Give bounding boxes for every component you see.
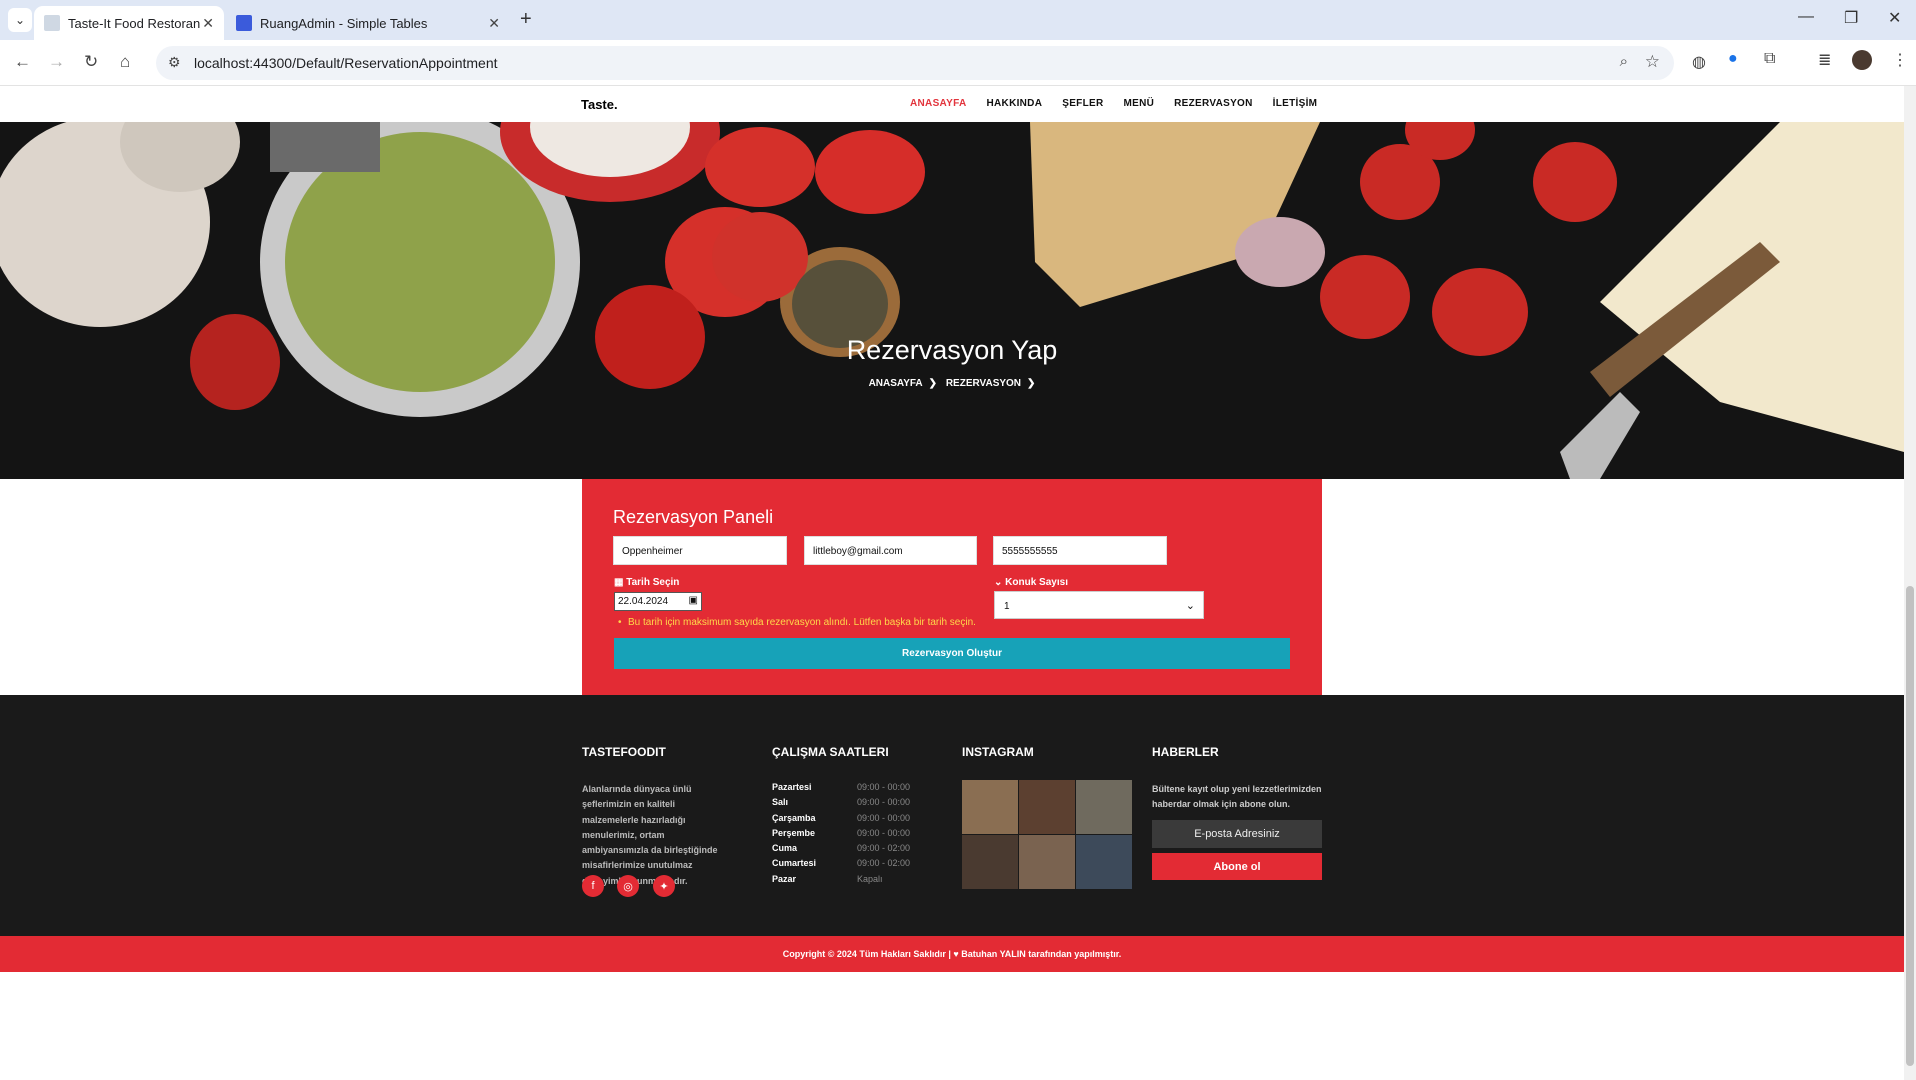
guests-label: ⌄ Konuk Sayısı xyxy=(994,577,1068,588)
ruangadmin-favicon-icon xyxy=(236,15,252,31)
hero-title: Rezervasyon Yap xyxy=(846,335,1058,365)
instagram-gallery xyxy=(962,780,1132,889)
hours-row: Perşembe 09:00 - 00:00 xyxy=(772,827,911,838)
browser-tab-active[interactable]: Taste-It Food Restoran ✕ xyxy=(34,6,224,40)
chevron-right-icon: ❯ xyxy=(1027,378,1036,389)
breadcrumb-current: REZERVASYON xyxy=(945,378,1022,389)
guests-value: 1 xyxy=(1004,601,1010,612)
footer-instagram-title: INSTAGRAM xyxy=(962,745,1034,759)
menu-item-about[interactable]: HAKKINDA xyxy=(987,98,1043,109)
menu-item-contact[interactable]: İLETİŞİM xyxy=(1273,98,1318,109)
extension-shazam-icon[interactable]: ● xyxy=(1728,50,1738,68)
instagram-photo[interactable] xyxy=(1076,780,1132,834)
chevron-right-icon: ❯ xyxy=(928,378,938,389)
instagram-photo[interactable] xyxy=(962,835,1018,889)
main-menu: ANASAYFA HAKKINDA ŞEFLER MENÜ REZERVASYO… xyxy=(910,98,1317,109)
browser-tab[interactable]: RuangAdmin - Simple Tables ✕ xyxy=(226,6,510,40)
browser-tab-strip: ⌄ Taste-It Food Restoran ✕ RuangAdmin - … xyxy=(0,0,1916,40)
subscribe-button[interactable]: Abone ol xyxy=(1152,853,1322,880)
hours-row: Salı 09:00 - 00:00 xyxy=(772,797,911,808)
date-value: 22.04.2024 xyxy=(618,596,669,607)
email-input[interactable]: littleboy@gmail.com xyxy=(804,536,977,565)
site-brand[interactable]: Taste. xyxy=(581,97,618,112)
footer-hours-title: ÇALIŞMA SAATLERI xyxy=(772,745,889,759)
calendar-picker-icon[interactable]: ▣ xyxy=(689,595,698,606)
menu-item-menu[interactable]: MENÜ xyxy=(1123,98,1154,109)
breadcrumb-home[interactable]: ANASAYFA xyxy=(869,378,923,389)
minimize-icon[interactable]: — xyxy=(1798,8,1814,26)
footer-about-text: Alanlarında dünyaca ünlü şeflerimizin en… xyxy=(582,784,718,886)
instagram-photo[interactable] xyxy=(962,780,1018,834)
select-chevron-icon: ⌄ xyxy=(1185,600,1195,612)
hours-row: Pazartesi 09:00 - 00:00 xyxy=(772,782,911,792)
instagram-photo[interactable] xyxy=(1076,835,1132,889)
browser-toolbar: ← → ↻ ⌂ ⚙ localhost:44300/Default/Reserv… xyxy=(0,40,1916,86)
hero-food-image xyxy=(0,122,1904,479)
instagram-photo[interactable] xyxy=(1019,835,1075,889)
guests-select[interactable]: 1 ⌄ xyxy=(994,591,1204,619)
hours-row: Çarşamba 09:00 - 00:00 xyxy=(772,812,911,823)
opening-hours-list: Pazartesi 09:00 - 00:00 Salı 09:00 - 00:00… xyxy=(772,782,912,889)
reload-icon[interactable]: ↻ xyxy=(84,52,98,72)
reservation-panel: Rezervasyon Paneli Oppenheimer littleboy… xyxy=(582,479,1322,695)
newsletter-email-input[interactable]: E-posta Adresiniz xyxy=(1152,820,1322,848)
address-bar[interactable]: ⚙ localhost:44300/Default/ReservationApp… xyxy=(156,46,1674,80)
footer-news-title: HABERLER xyxy=(1152,745,1219,759)
scrollbar-thumb[interactable] xyxy=(1906,586,1914,1066)
instagram-photo[interactable] xyxy=(1019,780,1075,834)
breadcrumb: ANASAYFA ❯ REZERVASYON ❯ xyxy=(0,378,1904,389)
footer-about-title: TASTEFOODIT xyxy=(582,745,666,759)
page-scrollbar[interactable] xyxy=(1904,86,1916,1080)
tab-search-icon[interactable]: ⌄ xyxy=(8,8,32,32)
hours-row: Cuma 09:00 - 02:00 xyxy=(772,843,911,854)
date-label: ▦ Tarih Seçin xyxy=(614,577,680,588)
site-navbar: Taste. ANASAYFA HAKKINDA ŞEFLER MENÜ REZ… xyxy=(0,86,1904,122)
hours-row: Cumartesi 09:00 - 02:00 xyxy=(772,858,911,869)
create-reservation-button[interactable]: Rezervasyon Oluştur xyxy=(614,638,1290,669)
menu-item-chefs[interactable]: ŞEFLER xyxy=(1062,98,1103,109)
media-control-icon[interactable]: ≣ xyxy=(1818,50,1831,70)
back-icon[interactable]: ← xyxy=(14,52,31,72)
hours-row: Pazar Kapalı xyxy=(772,873,883,884)
chevron-down-icon: ⌄ xyxy=(994,577,1003,588)
calendar-icon: ▦ xyxy=(614,577,624,588)
date-input[interactable]: 22.04.2024 ▣ xyxy=(614,592,702,611)
tab-close-icon[interactable]: ✕ xyxy=(488,15,500,32)
restore-icon[interactable]: ❐ xyxy=(1844,8,1858,28)
home-icon[interactable]: ⌂ xyxy=(120,52,130,72)
url-text[interactable]: localhost:44300/Default/ReservationAppoi… xyxy=(194,55,498,71)
profile-avatar[interactable] xyxy=(1852,50,1872,70)
panel-title: Rezervasyon Paneli xyxy=(613,507,774,527)
new-tab-icon[interactable]: + xyxy=(520,8,532,31)
page-favicon-icon xyxy=(44,15,60,31)
site-footer: TASTEFOODIT Alanlarında dünyaca ünlü şef… xyxy=(0,695,1904,936)
facebook-icon[interactable]: f xyxy=(582,875,604,897)
newsletter-text: Bültene kayıt olup yeni lezzetlerimizden… xyxy=(1152,784,1322,810)
forward-icon[interactable]: → xyxy=(48,52,65,72)
window-close-icon[interactable]: ✕ xyxy=(1888,8,1901,28)
browser-menu-icon[interactable]: ⋮ xyxy=(1892,50,1908,70)
menu-item-reservation[interactable]: REZERVASYON xyxy=(1174,98,1253,109)
instagram-icon[interactable]: ◎ xyxy=(617,875,639,897)
name-input[interactable]: Oppenheimer xyxy=(613,536,787,565)
extensions-puzzle-icon[interactable]: ⧉ xyxy=(1764,50,1775,68)
phone-input[interactable]: 5555555555 xyxy=(993,536,1167,565)
tab-title: Taste-It Food Restoran xyxy=(68,15,201,31)
translate-icon[interactable]: ◍ xyxy=(1692,52,1706,72)
web-page: Taste. ANASAYFA HAKKINDA ŞEFLER MENÜ REZ… xyxy=(0,86,1904,1080)
date-error-message: Bu tarih için maksimum sayıda rezervasyo… xyxy=(618,617,976,628)
twitter-icon[interactable]: ✦ xyxy=(653,875,675,897)
tab-close-icon[interactable]: ✕ xyxy=(202,15,214,32)
hero-banner: Rezervasyon Yap ANASAYFA ❯ REZERVASYON ❯ xyxy=(0,122,1904,479)
site-info-icon[interactable]: ⚙ xyxy=(168,54,181,71)
menu-item-home[interactable]: ANASAYFA xyxy=(910,98,967,109)
bookmark-star-icon[interactable]: ☆ xyxy=(1645,52,1660,72)
copyright-bar: Copyright © 2024 Tüm Hakları Saklıdır | … xyxy=(0,936,1904,972)
tab-title: RuangAdmin - Simple Tables xyxy=(260,15,428,31)
zoom-icon[interactable]: ⌕ xyxy=(1620,53,1628,70)
